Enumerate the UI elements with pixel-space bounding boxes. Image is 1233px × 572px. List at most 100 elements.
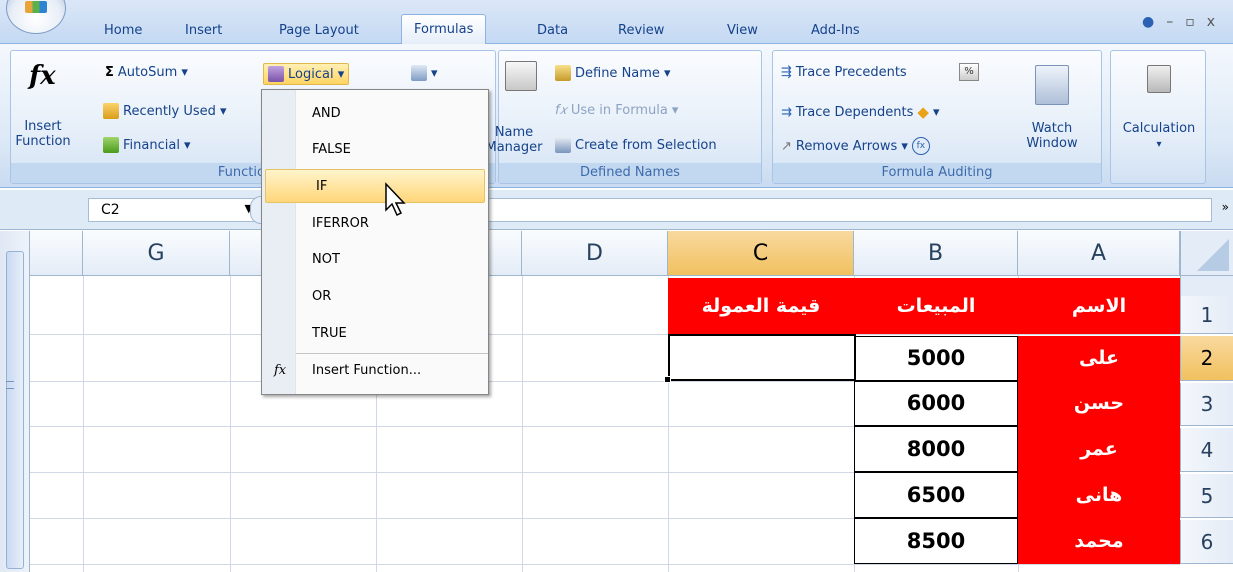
active-cell-c2[interactable]	[668, 334, 856, 381]
row-header-6[interactable]: 6	[1180, 520, 1233, 564]
show-formulas-icon[interactable]: %	[959, 63, 979, 81]
window-controls: ●–▫x	[1142, 14, 1227, 30]
logical-book-icon	[268, 66, 284, 82]
create-from-selection-label: Create from Selection	[575, 137, 717, 153]
remove-arrows-label: Remove Arrows ▾	[795, 138, 908, 154]
vertical-scrollbar[interactable]	[0, 231, 30, 572]
trace-precedents-label: Trace Precedents	[795, 65, 907, 80]
lookup-reference-button[interactable]: ▾	[411, 65, 438, 81]
column-header-blank[interactable]	[30, 231, 83, 276]
ribbon: fx Insert Function Σ AutoSum ▾ Recently U…	[0, 44, 1233, 188]
tab-data[interactable]: Data	[537, 14, 568, 44]
minimize-icon[interactable]: –	[1166, 14, 1185, 30]
name-manager-label: Name Manager	[485, 125, 543, 155]
tab-add-ins[interactable]: Add-Ins	[811, 14, 860, 44]
menu-item-true[interactable]: TRUE	[262, 317, 488, 351]
row-header-4[interactable]: 4	[1180, 428, 1233, 472]
column-header-g[interactable]: G	[83, 231, 230, 276]
autosum-label: AutoSum ▾	[117, 65, 188, 80]
row-header-3[interactable]: 3	[1180, 383, 1233, 426]
cell-b3[interactable]: 6000	[854, 381, 1018, 426]
calculation-button[interactable]: Calculation ▾	[1111, 57, 1207, 157]
cell-a5[interactable]: هانى	[1018, 472, 1180, 518]
select-all-corner[interactable]	[1180, 231, 1233, 276]
column-header-d[interactable]: D	[522, 231, 668, 276]
cell-b1[interactable]: المبيعات	[854, 278, 1018, 334]
watch-window-icon	[1035, 65, 1069, 105]
tab-formulas[interactable]: Formulas	[401, 14, 487, 45]
menu-item-insert-function[interactable]: fx Insert Function...	[262, 353, 488, 389]
recently-used-label: Recently Used ▾	[123, 103, 227, 119]
cell-b4[interactable]: 8000	[854, 426, 1018, 472]
cell-b2[interactable]: 5000	[854, 336, 1018, 381]
define-name-button[interactable]: Define Name ▾	[555, 65, 671, 81]
cell-b5[interactable]: 6500	[854, 472, 1018, 518]
office-logo-icon	[25, 1, 47, 13]
menu-item-not[interactable]: NOT	[262, 243, 488, 277]
evaluate-formula-icon[interactable]: fx	[911, 137, 930, 155]
defined-names-label: Defined Names	[499, 163, 761, 183]
logical-button[interactable]: Logical ▾	[263, 63, 350, 85]
trace-precedents-button[interactable]: ⇶ Trace Precedents	[781, 65, 907, 80]
column-header-c[interactable]: C	[668, 231, 854, 276]
remove-arrows-button[interactable]: ↗ Remove Arrows ▾ fx	[781, 137, 930, 155]
grid-line	[230, 276, 231, 572]
cell-a1[interactable]: الاسم	[1018, 278, 1180, 334]
trace-dependents-icon: ⇉	[781, 104, 792, 120]
create-from-selection-button[interactable]: Create from Selection	[555, 137, 717, 153]
fx-icon: fx	[29, 61, 56, 91]
name-manager-icon	[505, 61, 537, 91]
define-name-icon	[555, 65, 571, 81]
menu-item-false[interactable]: FALSE	[262, 133, 488, 167]
create-from-selection-icon	[555, 137, 571, 153]
menu-item-and[interactable]: AND	[262, 97, 488, 131]
cell-a6[interactable]: محمد	[1018, 518, 1180, 564]
menu-item-if[interactable]: IF	[265, 169, 485, 203]
cell-a4[interactable]: عمر	[1018, 426, 1180, 472]
column-header-a[interactable]: A	[1018, 231, 1180, 276]
excel-window: Home Insert Page Layout Formulas Data Re…	[0, 0, 1233, 572]
menu-item-or[interactable]: OR	[262, 280, 488, 314]
tab-insert[interactable]: Insert	[185, 14, 222, 44]
error-checking-icon[interactable]: ◆	[917, 103, 929, 121]
recently-used-button[interactable]: Recently Used ▾	[103, 103, 227, 119]
cell-a3[interactable]: حسن	[1018, 381, 1180, 426]
star-book-icon	[103, 103, 119, 119]
restore-icon[interactable]: ▫	[1185, 14, 1207, 30]
logical-functions-dropdown: AND FALSE IF IFERROR NOT OR TRUE fx Inser…	[261, 89, 489, 395]
column-header-b[interactable]: B	[854, 231, 1018, 276]
use-in-formula-button[interactable]: f𝑥 Use in Formula ▾	[555, 103, 678, 118]
cell-c1[interactable]: قيمة العمولة	[668, 278, 854, 334]
tab-view[interactable]: View	[727, 14, 758, 44]
tab-review[interactable]: Review	[618, 14, 664, 44]
row-header-5[interactable]: 5	[1180, 474, 1233, 518]
watch-window-button[interactable]: Watch Window	[1017, 59, 1087, 159]
cell-a2[interactable]: على	[1018, 336, 1180, 381]
insert-function-button[interactable]: fx Insert Function	[15, 57, 71, 157]
name-box[interactable]: C2 ▼	[88, 198, 264, 222]
formula-bar: C2 ▼ »	[0, 190, 1233, 230]
error-checking-arrow-icon[interactable]: ▾	[933, 105, 940, 120]
row-header-1[interactable]: 1	[1180, 296, 1233, 334]
tab-home[interactable]: Home	[104, 14, 142, 44]
trace-dependents-button[interactable]: ⇉ Trace Dependents ◆ ▾	[781, 103, 939, 121]
fill-handle[interactable]	[664, 376, 671, 383]
name-manager-button[interactable]: Name Manager	[485, 55, 543, 155]
autosum-button[interactable]: Σ AutoSum ▾	[105, 65, 188, 80]
menu-item-iferror[interactable]: IFERROR	[262, 207, 488, 241]
help-icon[interactable]: ●	[1142, 14, 1166, 30]
ribbon-tab-bar: Home Insert Page Layout Formulas Data Re…	[0, 0, 1233, 45]
scrollbar-thumb[interactable]	[6, 251, 24, 569]
row-header-2[interactable]: 2	[1180, 336, 1233, 381]
office-button[interactable]	[6, 0, 66, 34]
insert-function-label: Insert Function	[15, 119, 71, 149]
close-icon[interactable]: x	[1207, 14, 1227, 30]
define-name-label: Define Name ▾	[575, 65, 671, 81]
tab-page-layout[interactable]: Page Layout	[279, 14, 359, 44]
cell-b6[interactable]: 8500	[854, 518, 1018, 564]
financial-button[interactable]: Financial ▾	[103, 137, 191, 153]
name-box-value: C2	[101, 202, 120, 218]
calculation-group: Calculation ▾	[1110, 50, 1206, 184]
expand-formula-bar-icon[interactable]: »	[1222, 200, 1229, 214]
mouse-pointer-icon	[385, 182, 406, 217]
